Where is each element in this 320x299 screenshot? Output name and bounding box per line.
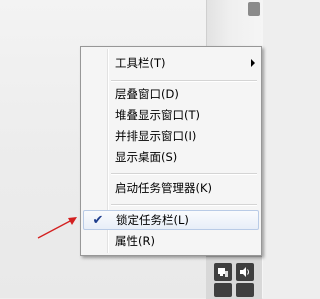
red-arrow-annotation xyxy=(37,217,77,239)
